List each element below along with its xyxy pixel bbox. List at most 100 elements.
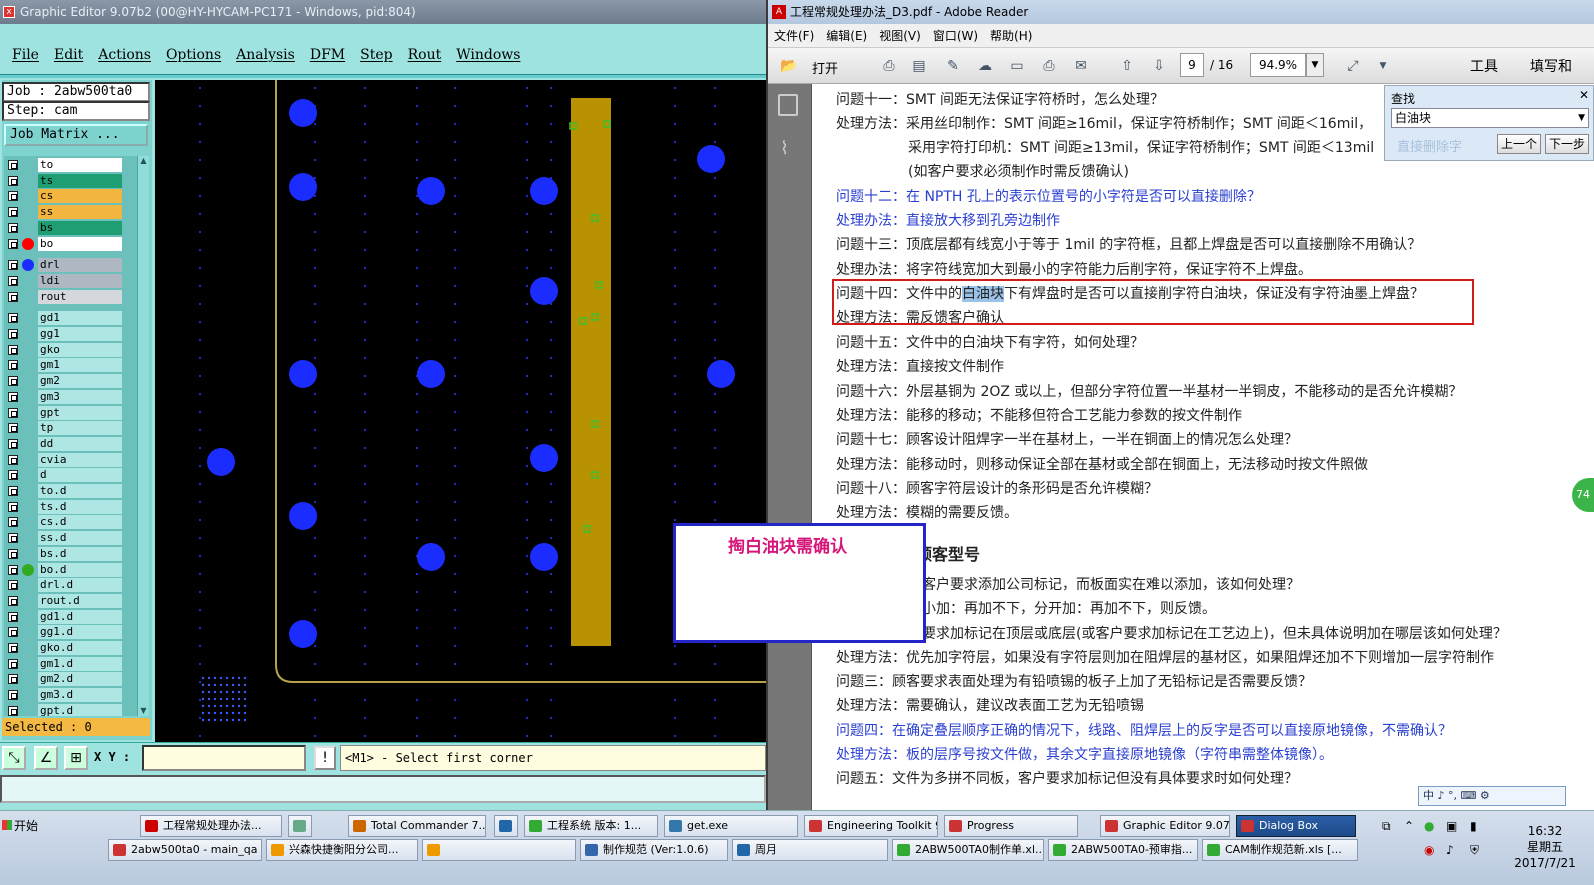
drill-pad[interactable] [697, 145, 725, 173]
layer-checkbox[interactable] [8, 275, 18, 286]
create-pdf-icon[interactable]: ⎙ [878, 56, 900, 76]
reader-menu-item[interactable]: 文件(F) [774, 27, 814, 44]
graphic-editor-titlebar[interactable]: x Graphic Editor 9.07b2 (00@HY-HYCAM-PC1… [0, 0, 766, 24]
taskbar-button[interactable] [494, 815, 518, 837]
network-icon[interactable]: ⧉ [1382, 819, 1391, 834]
scroll-up-icon[interactable]: ▲ [139, 156, 148, 166]
chevron-down-icon[interactable]: ▼ [1578, 109, 1585, 127]
drill-pad[interactable] [530, 444, 558, 472]
layer-checkbox[interactable] [8, 627, 18, 638]
menu-dfm[interactable]: DFM [310, 47, 345, 63]
reader-menu-item[interactable]: 编辑(E) [826, 27, 867, 44]
layer-checkbox[interactable] [8, 438, 18, 449]
taskbar-button[interactable]: 2abw500ta0 - main_qa [108, 839, 262, 861]
fullscreen-icon[interactable]: ⤢ [1342, 56, 1364, 76]
menu-windows[interactable]: Windows [456, 47, 520, 63]
layer-row[interactable]: ldi [4, 273, 137, 288]
zoom-dropdown-icon[interactable]: ▼ [1306, 53, 1324, 77]
green-tray-icon[interactable]: ● [1424, 819, 1434, 833]
close-icon[interactable]: ✕ [1579, 88, 1589, 102]
layer-checkbox[interactable] [8, 291, 18, 302]
layer-checkbox[interactable] [8, 705, 18, 716]
layer-row[interactable]: gg1 [4, 327, 137, 341]
layer-checkbox[interactable] [8, 407, 18, 418]
layer-checkbox[interactable] [8, 548, 18, 559]
email-icon[interactable]: ✉ [1070, 56, 1092, 76]
taskbar-button[interactable]: Graphic Editor 9.07b... [1100, 815, 1230, 837]
layer-checkbox[interactable] [8, 517, 18, 528]
layer-checkbox[interactable] [8, 191, 18, 202]
layer-checkbox[interactable] [8, 175, 18, 186]
layer-checkbox[interactable] [8, 454, 18, 465]
layer-row[interactable]: bo [4, 236, 137, 251]
drill-pad[interactable] [289, 99, 317, 127]
taskbar-button[interactable]: Engineering Toolkit 9... [804, 815, 938, 837]
job-matrix-button[interactable]: Job Matrix ... [4, 124, 148, 146]
layer-checkbox[interactable] [8, 376, 18, 387]
shield-icon[interactable]: ⛨ [1470, 843, 1479, 858]
taskbar-button[interactable]: CAM制作规范新.xls [... [1202, 839, 1358, 861]
layer-row[interactable]: gm1.d [4, 656, 137, 671]
reader-menu-item[interactable]: 窗口(W) [933, 27, 978, 44]
attachment-icon[interactable]: ⌇ [780, 138, 789, 159]
drill-pad[interactable] [289, 173, 317, 201]
layer-checkbox[interactable] [8, 313, 18, 324]
clock[interactable]: 16:32 星期五 2017/7/21 [1500, 823, 1590, 871]
layer-row[interactable]: ts [4, 173, 137, 188]
layer-row[interactable]: ts.d [4, 499, 137, 514]
tray-up-icon[interactable]: ⌃ [1404, 819, 1414, 833]
layer-checkbox[interactable] [8, 391, 18, 402]
menu-step[interactable]: Step [360, 47, 392, 63]
taskbar-button[interactable]: 2ABW500TA0制作单.xl... [892, 839, 1044, 861]
step-field[interactable]: Step: cam [2, 101, 150, 121]
job-field[interactable]: Job : 2abw500ta0 [2, 82, 150, 102]
layer-checkbox[interactable] [8, 643, 18, 653]
taskbar-button[interactable]: 制作规范 (Ver:1.0.6) [580, 839, 728, 861]
taskbar-button[interactable]: 工程系统 版本: 1... [524, 815, 658, 837]
info-button[interactable]: ! [314, 746, 336, 770]
layer-checkbox[interactable] [8, 329, 18, 339]
layer-row[interactable]: gd1.d [4, 609, 137, 624]
upload-icon[interactable]: ☁ [974, 56, 996, 76]
find-next-button[interactable]: 下一步 [1545, 134, 1589, 154]
layer-row[interactable]: bs.d [4, 546, 137, 561]
grid-tool-button[interactable]: ⊞ [64, 746, 88, 770]
taskbar-button[interactable]: 2ABW500TA0-预审指... [1048, 839, 1198, 861]
layer-checkbox[interactable] [8, 360, 18, 371]
layer-checkbox[interactable] [8, 580, 18, 591]
page-number-input[interactable]: 9 [1180, 53, 1204, 77]
layer-checkbox[interactable] [8, 470, 18, 481]
taskbar-button[interactable]: 周月 [732, 839, 888, 861]
gold-strip[interactable] [571, 98, 611, 646]
layer-row[interactable]: gpt [4, 405, 137, 420]
layer-row[interactable]: cs.d [4, 515, 137, 530]
layer-checkbox[interactable] [8, 533, 18, 544]
taskbar-button[interactable]: 兴森快捷衡阳分公司... [266, 839, 418, 861]
layer-row[interactable]: gm3.d [4, 688, 137, 703]
drill-pad[interactable] [530, 177, 558, 205]
taskbar-button[interactable]: 工程常规处理办法... [140, 815, 282, 837]
find-prev-button[interactable]: 上一个 [1497, 134, 1541, 154]
reader-menu-item[interactable]: 视图(V) [879, 27, 921, 44]
taskbar-button[interactable] [288, 815, 312, 837]
menu-rout[interactable]: Rout [408, 47, 442, 63]
taskbar-button[interactable]: Progress [944, 815, 1078, 837]
layer-checkbox[interactable] [8, 690, 18, 701]
volume-icon[interactable]: ♪ [1446, 843, 1454, 857]
print-icon[interactable]: ⎙ [1038, 56, 1060, 76]
scroll-down-icon[interactable]: ▼ [139, 706, 148, 716]
page-up-icon[interactable]: ⇧ [1116, 56, 1138, 76]
save-icon[interactable]: ▭ [1006, 56, 1028, 76]
taskbar-button[interactable] [422, 839, 576, 861]
open-button[interactable]: 打开 [812, 58, 838, 77]
convert-icon[interactable]: ▤ [908, 56, 930, 76]
layer-checkbox[interactable] [8, 207, 18, 218]
toolbar-more-icon[interactable]: ▼ [1372, 56, 1394, 76]
edit-icon[interactable]: ✎ [942, 56, 964, 76]
layer-row[interactable]: gm2.d [4, 672, 137, 687]
drill-pad[interactable] [289, 502, 317, 530]
menu-analysis[interactable]: Analysis [236, 47, 295, 63]
layer-checkbox[interactable] [8, 501, 18, 512]
layer-row[interactable]: tp [4, 421, 137, 436]
menu-actions[interactable]: Actions [98, 47, 151, 63]
